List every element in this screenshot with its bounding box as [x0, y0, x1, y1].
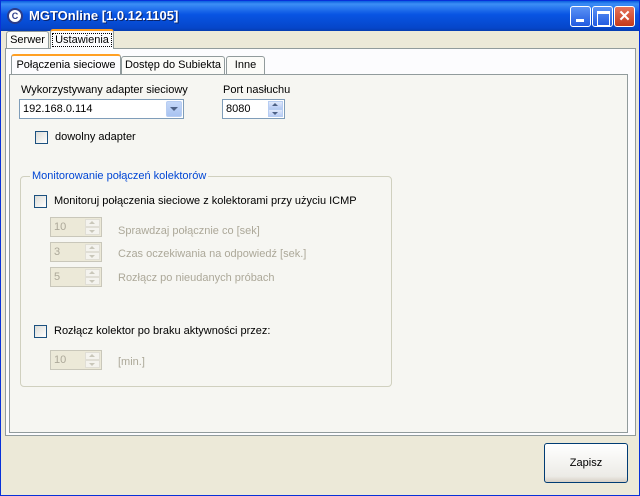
retries-value: 5 — [54, 271, 61, 283]
check-every-value: 10 — [54, 221, 67, 233]
tab-ustawienia-label: Ustawienia — [52, 33, 112, 47]
spin-down-icon[interactable] — [268, 109, 283, 117]
close-button[interactable]: ✕ — [614, 6, 635, 27]
close-icon: ✕ — [618, 8, 631, 25]
spin-up-icon[interactable] — [85, 269, 100, 277]
port-label: Port nasłuchu — [223, 84, 291, 96]
inactivity-unit: [min.] — [118, 356, 145, 368]
port-stepper[interactable]: 8080 — [222, 99, 285, 119]
spin-up-icon[interactable] — [85, 352, 100, 360]
maximize-button[interactable] — [592, 6, 613, 27]
adapter-select[interactable]: 192.168.0.114 — [19, 99, 184, 119]
inactivity-stepper[interactable]: 10 — [50, 350, 102, 370]
spin-down-icon[interactable] — [85, 360, 100, 368]
adapter-label: Wykorzystywany adapter sieciowy — [21, 84, 188, 96]
spin-up-icon[interactable] — [85, 244, 100, 252]
check-every-buttons — [85, 219, 100, 235]
spin-down-icon[interactable] — [85, 252, 100, 260]
minimize-button[interactable] — [570, 6, 591, 27]
minimize-icon — [571, 7, 590, 26]
chevron-down-icon[interactable] — [166, 101, 182, 117]
icmp-label: Monitoruj połączenia sieciowe z kolektor… — [54, 195, 357, 207]
icmp-checkbox[interactable] — [34, 195, 47, 208]
tab-inne[interactable]: Inne — [226, 56, 265, 74]
tab-inne-label: Inne — [234, 59, 257, 71]
spin-down-icon[interactable] — [85, 227, 100, 235]
spin-down-icon[interactable] — [85, 277, 100, 285]
any-adapter-label: dowolny adapter — [55, 131, 136, 143]
inactivity-checkbox[interactable] — [34, 325, 47, 338]
retries-buttons — [85, 269, 100, 285]
app-icon: C — [7, 8, 23, 24]
timeout-value: 3 — [54, 246, 61, 258]
inactivity-value: 10 — [54, 354, 67, 366]
tab-polaczenia-sieciowe[interactable]: Połączenia sieciowe — [11, 54, 121, 74]
any-adapter-checkbox[interactable] — [35, 131, 48, 144]
adapter-value: 192.168.0.114 — [23, 103, 93, 115]
tab-dostep-do-subiekta[interactable]: Dostęp do Subiekta — [121, 56, 225, 74]
timeout-label: Czas oczekiwania na odpowiedź [sek.] — [118, 248, 307, 260]
save-button[interactable]: Zapisz — [544, 443, 628, 483]
timeout-buttons — [85, 244, 100, 260]
spin-up-icon[interactable] — [268, 101, 283, 109]
maximize-icon — [593, 7, 612, 26]
check-every-label: Sprawdzaj połącznie co [sek] — [118, 225, 260, 237]
tab-dostep-label: Dostęp do Subiekta — [124, 59, 221, 71]
retries-label: Rozłącz po nieudanych próbach — [118, 272, 275, 284]
inactivity-buttons — [85, 352, 100, 368]
window-title: MGTOnline [1.0.12.1105] — [29, 8, 179, 23]
monitoring-group-title: Monitorowanie połączeń kolektorów — [30, 170, 209, 182]
port-value: 8080 — [226, 103, 251, 115]
title-bar[interactable]: C MGTOnline [1.0.12.1105] ✕ — [1, 1, 639, 31]
spin-up-icon[interactable] — [85, 219, 100, 227]
tab-polaczenia-label: Połączenia sieciowe — [16, 59, 116, 71]
tab-serwer[interactable]: Serwer — [6, 31, 49, 49]
retries-stepper[interactable]: 5 — [50, 267, 102, 287]
inactivity-label: Rozłącz kolektor po braku aktywności prz… — [54, 325, 271, 337]
check-every-stepper[interactable]: 10 — [50, 217, 102, 237]
timeout-stepper[interactable]: 3 — [50, 242, 102, 262]
tab-serwer-label: Serwer — [10, 34, 45, 46]
port-stepper-buttons — [268, 101, 283, 117]
tab-ustawienia[interactable]: Ustawienia — [50, 29, 114, 49]
